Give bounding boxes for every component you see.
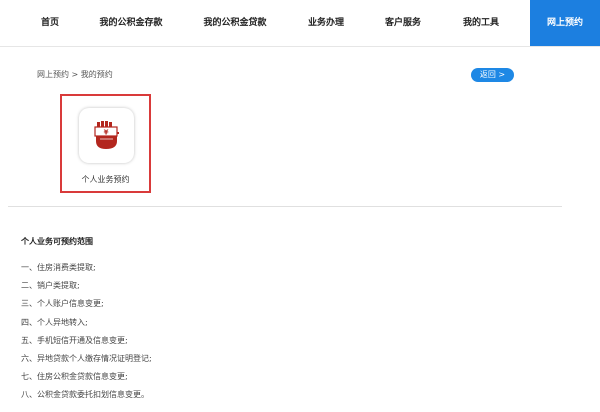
nav-item-online-appointment[interactable]: 网上预约	[530, 0, 600, 46]
breadcrumb: 网上预约 > 我的预约	[37, 69, 113, 80]
list-item: 三、个人账户信息变更;	[21, 299, 104, 309]
section-divider	[8, 206, 562, 207]
breadcrumb-parent-link[interactable]: 网上预约	[37, 70, 69, 79]
nav-item-loan[interactable]: 我的公积金贷款	[196, 0, 274, 46]
back-button[interactable]: 返回 >	[471, 68, 514, 82]
personal-appointment-card[interactable]: ¥ 个人业务预约	[60, 94, 151, 193]
list-item: 二、销户类提取;	[21, 281, 80, 291]
nav-item-deposit[interactable]: 我的公积金存款	[92, 0, 170, 46]
list-item: 六、异地贷款个人缴存情况证明登记;	[21, 353, 152, 363]
list-item: 四、个人异地转入;	[21, 317, 88, 327]
nav-item-business[interactable]: 业务办理	[300, 0, 352, 46]
personal-appointment-icon-tile[interactable]: ¥	[79, 108, 134, 163]
svg-text:¥: ¥	[104, 129, 109, 137]
list-item: 五、手机短信开通及信息变更;	[21, 335, 128, 345]
list-item: 一、住房消费类提取;	[21, 263, 96, 272]
nav-item-customer-service[interactable]: 客户服务	[377, 0, 429, 46]
scope-list: 一、住房消费类提取; 二、销户类提取; 三、个人账户信息变更; 四、个人异地转入…	[21, 262, 152, 408]
list-item: 七、住房公积金贷款信息变更;	[21, 372, 128, 382]
personal-appointment-label: 个人业务预约	[81, 175, 130, 184]
breadcrumb-current: 我的预约	[80, 70, 113, 79]
top-nav: 首页 我的公积金存款 我的公积金贷款 业务办理 客户服务 我的工具 网上预约	[0, 0, 600, 47]
list-item: 八、公积金贷款委托扣划信息变更。	[21, 390, 149, 400]
scope-title: 个人业务可预约范围	[21, 237, 93, 246]
nav-item-home[interactable]: 首页	[30, 0, 70, 46]
yuan-hand-icon: ¥	[94, 121, 119, 149]
nav-item-tools[interactable]: 我的工具	[455, 0, 507, 46]
breadcrumb-separator: >	[71, 70, 79, 79]
